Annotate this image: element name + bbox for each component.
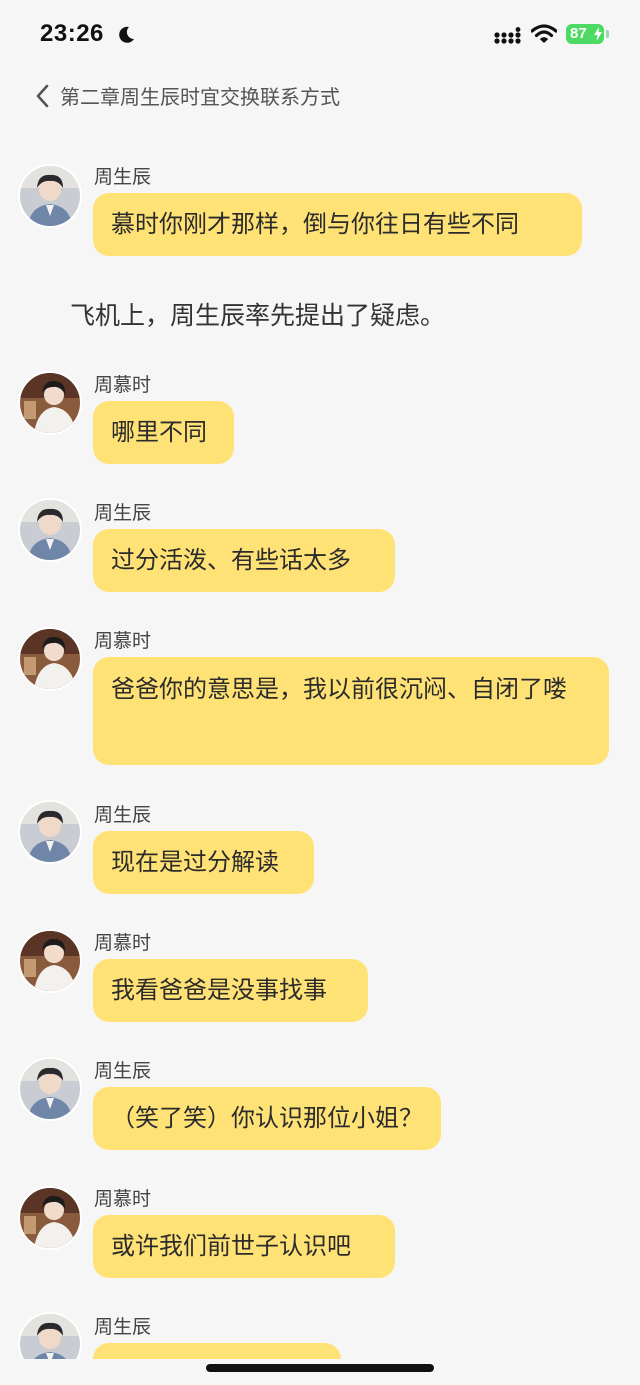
home-indicator[interactable] bbox=[206, 1364, 434, 1372]
avatar-zhou-shengchen[interactable] bbox=[18, 1312, 82, 1359]
message-bubble[interactable]: 爸爸你的意思是，我以前很沉闷、自闭了喽 bbox=[93, 657, 609, 765]
message-bubble[interactable]: （笑了笑）你认识那位小姐？ bbox=[93, 1087, 441, 1150]
message-bubble[interactable] bbox=[93, 1343, 341, 1359]
speaker-name: 周生辰 bbox=[94, 1060, 152, 1082]
speaker-name: 周慕时 bbox=[94, 374, 152, 396]
avatar-zhou-mushi[interactable] bbox=[18, 1186, 82, 1250]
avatar-zhou-shengchen[interactable] bbox=[18, 164, 82, 228]
avatar-zhou-shengchen[interactable] bbox=[18, 800, 82, 864]
speaker-name: 周生辰 bbox=[94, 166, 152, 188]
message-bubble[interactable]: 现在是过分解读 bbox=[93, 831, 314, 894]
narration-text: 飞机上，周生辰率先提出了疑虑。 bbox=[70, 301, 446, 330]
speaker-name: 周慕时 bbox=[94, 1188, 152, 1210]
message-bubble[interactable]: 过分活泼、有些话太多 bbox=[93, 529, 395, 592]
speaker-name: 周生辰 bbox=[94, 1316, 152, 1338]
speaker-name: 周慕时 bbox=[94, 630, 152, 652]
message-bubble[interactable]: 或许我们前世子认识吧 bbox=[93, 1215, 395, 1278]
avatar-zhou-shengchen[interactable] bbox=[18, 498, 82, 562]
message-bubble[interactable]: 哪里不同 bbox=[93, 401, 234, 464]
message-bubble[interactable]: 我看爸爸是没事找事 bbox=[93, 959, 368, 1022]
avatar-zhou-mushi[interactable] bbox=[18, 627, 82, 691]
speaker-name: 周慕时 bbox=[94, 932, 152, 954]
chat-area[interactable]: 周生辰 慕时你刚才那样，倒与你往日有些不同 飞机上，周生辰率先提出了疑虑。 周慕… bbox=[0, 0, 640, 1385]
avatar-zhou-mushi[interactable] bbox=[18, 929, 82, 993]
speaker-name: 周生辰 bbox=[94, 804, 152, 826]
speaker-name: 周生辰 bbox=[94, 502, 152, 524]
partial-message-row: 周生辰 bbox=[0, 1300, 640, 1359]
message-bubble[interactable]: 慕时你刚才那样，倒与你往日有些不同 bbox=[93, 193, 582, 256]
avatar-zhou-shengchen[interactable] bbox=[18, 1057, 82, 1121]
avatar-zhou-mushi[interactable] bbox=[18, 371, 82, 435]
